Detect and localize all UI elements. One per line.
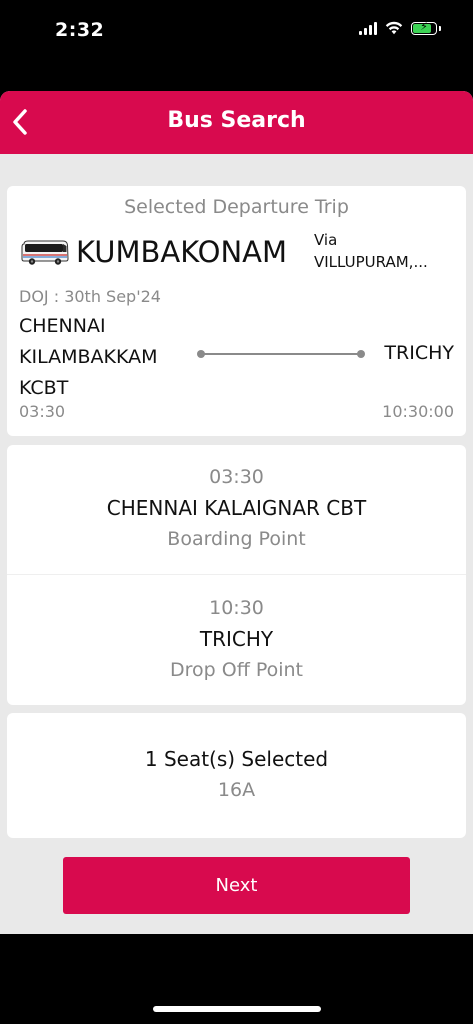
battery-icon: ⚡ bbox=[411, 20, 441, 35]
home-indicator bbox=[153, 1006, 321, 1012]
wifi-icon bbox=[385, 21, 403, 35]
bus-icon bbox=[21, 240, 69, 265]
dropoff-label: Drop Off Point bbox=[169, 659, 303, 681]
page-title: Bus Search bbox=[167, 108, 306, 133]
boarding-point: 03:30 CHENNAI KALAIGNAR CBT Boarding Poi… bbox=[7, 466, 466, 550]
dropoff-time: 10:30 bbox=[209, 597, 264, 619]
bus-search-app: Bus Search Selected Departure Trip KUMBA… bbox=[0, 91, 473, 934]
boarding-label: Boarding Point bbox=[167, 528, 306, 550]
boarding-time: 03:30 bbox=[209, 466, 264, 488]
dropoff-name: TRICHY bbox=[199, 627, 274, 651]
status-bar: 2:32 ⚡ bbox=[0, 0, 473, 62]
destination-stop: TRICHY bbox=[384, 342, 454, 364]
phone-screen: 2:32 ⚡ Bus Search Selected Departure Tri… bbox=[0, 0, 473, 1024]
via-route: VILLUPURAM,... bbox=[314, 253, 428, 271]
next-button[interactable]: Next bbox=[63, 857, 410, 914]
divider bbox=[7, 574, 466, 575]
bus-destination: KUMBAKONAM bbox=[76, 235, 288, 269]
cellular-signal-icon bbox=[359, 21, 377, 35]
app-header: Bus Search bbox=[0, 91, 473, 154]
route-line bbox=[197, 349, 365, 359]
origin-stop: CHENNAI KILAMBAKKAM KCBT bbox=[19, 315, 158, 399]
departure-time: 03:30 bbox=[19, 402, 66, 421]
status-time: 2:32 bbox=[55, 19, 105, 41]
seat-count: 1 Seat(s) Selected bbox=[144, 747, 329, 771]
seat-card: 1 Seat(s) Selected 16A bbox=[7, 713, 466, 838]
points-card: 03:30 CHENNAI KALAIGNAR CBT Boarding Poi… bbox=[7, 445, 466, 705]
arrival-time: 10:30:00 bbox=[382, 402, 454, 421]
dropoff-point: 10:30 TRICHY Drop Off Point bbox=[7, 597, 466, 681]
date-of-journey: DOJ : 30th Sep'24 bbox=[19, 287, 161, 306]
status-icons: ⚡ bbox=[359, 20, 441, 35]
seat-number: 16A bbox=[217, 779, 256, 801]
boarding-name: CHENNAI KALAIGNAR CBT bbox=[106, 496, 367, 520]
trip-heading: Selected Departure Trip bbox=[124, 196, 349, 218]
departure-trip-card: Selected Departure Trip KUMBAKONAM Via V… bbox=[7, 186, 466, 436]
via-label: Via bbox=[314, 231, 338, 249]
